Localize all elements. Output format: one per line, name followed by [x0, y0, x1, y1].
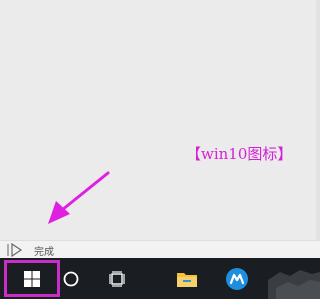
- window-content: [0, 0, 320, 240]
- status-bar: 完成: [0, 240, 320, 259]
- windows-logo-icon: [24, 270, 40, 287]
- file-explorer-button[interactable]: [172, 258, 202, 299]
- app-button[interactable]: [222, 258, 252, 299]
- taskbar: [0, 258, 320, 299]
- play-icon[interactable]: [6, 243, 24, 257]
- folder-icon: [177, 272, 197, 287]
- search-button[interactable]: [58, 258, 84, 299]
- task-view-icon: [109, 270, 125, 287]
- screenshot: 【win10图标】 完成: [0, 0, 320, 299]
- system-tray[interactable]: [268, 258, 320, 299]
- annotation-label: 【win10图标】: [186, 145, 293, 163]
- window-edge: [316, 0, 320, 240]
- status-text: 完成: [34, 247, 54, 258]
- app-logo-icon: [226, 267, 248, 290]
- task-view-button[interactable]: [104, 258, 130, 299]
- start-button[interactable]: [4, 260, 60, 297]
- circle-search-icon: [63, 271, 79, 286]
